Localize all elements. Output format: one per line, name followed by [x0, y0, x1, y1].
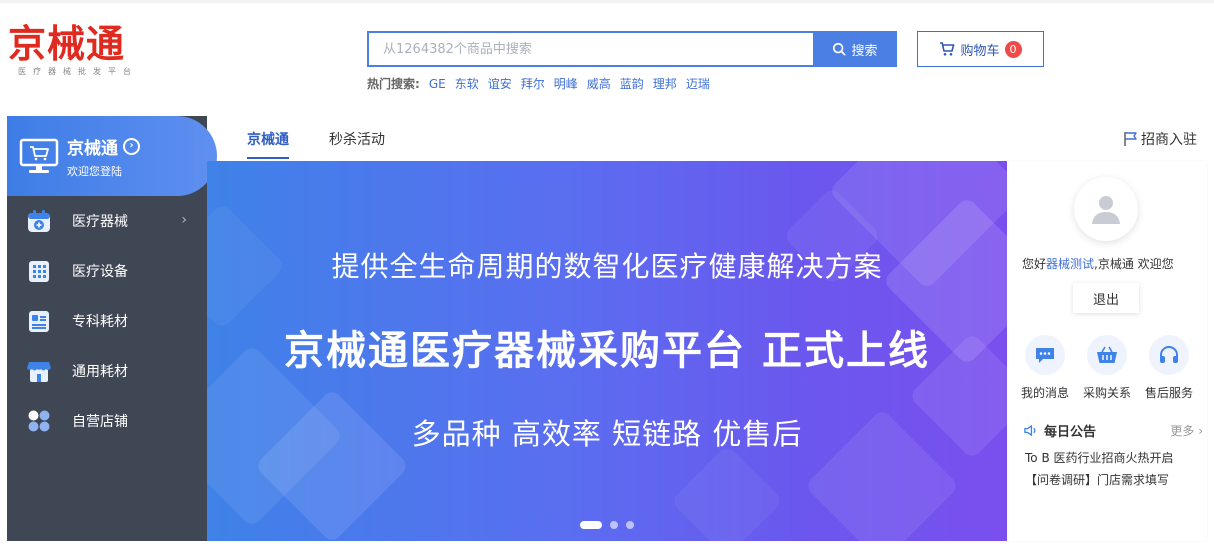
banner-title: 京械通医疗器械采购平台 正式上线 [284, 328, 930, 374]
quick-link-purchase-relations[interactable]: 采购关系 [1077, 335, 1137, 401]
notice-list: To B 医药行业招商火热开启 【问卷调研】门店需求填写 [1025, 447, 1174, 491]
hot-search-item[interactable]: 迈瑞 [686, 75, 710, 92]
search-input[interactable] [369, 33, 813, 65]
user-panel: 您好器械测试,京械通 欢迎您 退出 我的消息 采购关系 售后服务 每日公告 更多… [1007, 161, 1207, 541]
cart-icon [940, 42, 955, 56]
banner-headline: 提供全生命周期的数智化医疗健康解决方案 [331, 250, 883, 283]
notice-item[interactable]: 【问卷调研】门店需求填写 [1025, 469, 1174, 491]
sidebar-header[interactable]: 京械通 › 欢迎您登陆 [7, 116, 217, 196]
cart-button[interactable]: 购物车 0 [917, 31, 1044, 67]
category-label: 通用耗材 [72, 364, 128, 380]
main-tabs: 京械通 秒杀活动 [247, 129, 385, 159]
category-label: 医疗器械 [72, 214, 128, 230]
store-icon [27, 362, 51, 382]
quick-link-label: 我的消息 [1020, 386, 1069, 400]
category-item-medical-devices[interactable]: 医疗器械 › [7, 196, 207, 246]
category-item-general-consumables[interactable]: 通用耗材 [7, 346, 207, 396]
basket-icon [1097, 346, 1117, 363]
cart-count-badge: 0 [1004, 40, 1022, 58]
hot-search: 热门搜索: GE 东软 谊安 拜尔 明峰 威高 蓝韵 理邦 迈瑞 [367, 75, 710, 92]
monitor-cart-icon [19, 138, 59, 173]
hot-search-item[interactable]: GE [429, 77, 446, 91]
hot-search-item[interactable]: 谊安 [488, 75, 512, 92]
logo-title: 京械通 [8, 22, 126, 66]
message-icon [1036, 348, 1054, 363]
headset-icon [1160, 346, 1178, 363]
quick-link-messages[interactable]: 我的消息 [1015, 335, 1075, 401]
category-item-specialty-consumables[interactable]: 专科耗材 [7, 296, 207, 346]
logo-subtitle: 医疗器械批发平台 [18, 67, 138, 76]
sidebar-subtitle: 欢迎您登陆 [67, 164, 122, 178]
notice-header: 每日公告 更多 › [1023, 421, 1203, 440]
carousel-dot[interactable] [610, 521, 618, 529]
hot-search-item[interactable]: 理邦 [653, 75, 677, 92]
flag-icon [1124, 132, 1137, 146]
building-icon [29, 261, 49, 282]
logout-button[interactable]: 退出 [1073, 283, 1139, 313]
sidebar-title: 京械通 [67, 138, 118, 159]
quick-link-after-sales[interactable]: 售后服务 [1139, 335, 1199, 401]
category-label: 专科耗材 [72, 314, 128, 330]
quick-link-label: 采购关系 [1082, 386, 1131, 400]
greeting-suffix: ,京械通 欢迎您 [1094, 257, 1174, 271]
chevron-right-icon: › [181, 212, 187, 228]
notice-title: 每日公告 [1044, 425, 1097, 440]
hot-search-item[interactable]: 明峰 [554, 75, 578, 92]
medical-kit-icon [28, 210, 50, 232]
cart-label: 购物车 [960, 43, 1000, 59]
hot-search-item[interactable]: 蓝韵 [620, 75, 644, 92]
avatar[interactable] [1074, 177, 1138, 241]
user-avatar-icon [1092, 196, 1120, 224]
merchant-invite-link[interactable]: 招商入驻 [1123, 129, 1197, 149]
carousel-dot[interactable] [626, 521, 634, 529]
search-icon [833, 42, 847, 56]
category-label: 医疗设备 [72, 264, 128, 280]
category-list: 医疗器械 › 医疗设备 专科耗材 通用耗材 自营店铺 [7, 196, 207, 446]
hot-search-label: 热门搜索: [367, 77, 420, 91]
category-item-self-operated-stores[interactable]: 自营店铺 [7, 396, 207, 446]
hot-search-item[interactable]: 威高 [587, 75, 611, 92]
merchant-invite-label: 招商入驻 [1141, 132, 1197, 148]
logo[interactable]: 京械通 医疗器械批发平台 [8, 22, 158, 82]
carousel-dot[interactable] [580, 521, 602, 529]
banner-decoration [670, 444, 784, 541]
document-icon [29, 311, 49, 332]
hot-search-item[interactable]: 东软 [455, 75, 479, 92]
quick-link-label: 售后服务 [1144, 386, 1193, 400]
dots-grid-icon [28, 410, 50, 432]
top-divider [0, 0, 1214, 3]
hero-banner[interactable]: 提供全生命周期的数智化医疗健康解决方案 京械通医疗器械采购平台 正式上线 多品种… [207, 161, 1007, 541]
username-link[interactable]: 器械测试 [1046, 257, 1094, 271]
greeting-prefix: 您好 [1022, 257, 1047, 271]
category-item-medical-equipment[interactable]: 医疗设备 [7, 246, 207, 296]
search-button-label: 搜索 [851, 43, 878, 59]
notice-more-link[interactable]: 更多 › [1170, 422, 1203, 439]
carousel-indicators [580, 521, 634, 529]
category-label: 自营店铺 [72, 414, 128, 430]
hot-search-item[interactable]: 拜尔 [521, 75, 545, 92]
tab-flash-sale[interactable]: 秒杀活动 [329, 129, 385, 159]
speaker-icon [1024, 425, 1036, 436]
search-box [367, 31, 813, 67]
user-greeting: 您好器械测试,京械通 欢迎您 [1022, 255, 1174, 272]
tab-jingxietong[interactable]: 京械通 [247, 129, 289, 159]
notice-item[interactable]: To B 医药行业招商火热开启 [1025, 447, 1174, 469]
banner-tagline: 多品种 高效率 短链路 优售后 [411, 417, 803, 451]
circle-arrow-icon: › [123, 137, 140, 155]
quick-links: 我的消息 采购关系 售后服务 [1015, 335, 1207, 401]
search-button[interactable]: 搜索 [813, 31, 897, 67]
